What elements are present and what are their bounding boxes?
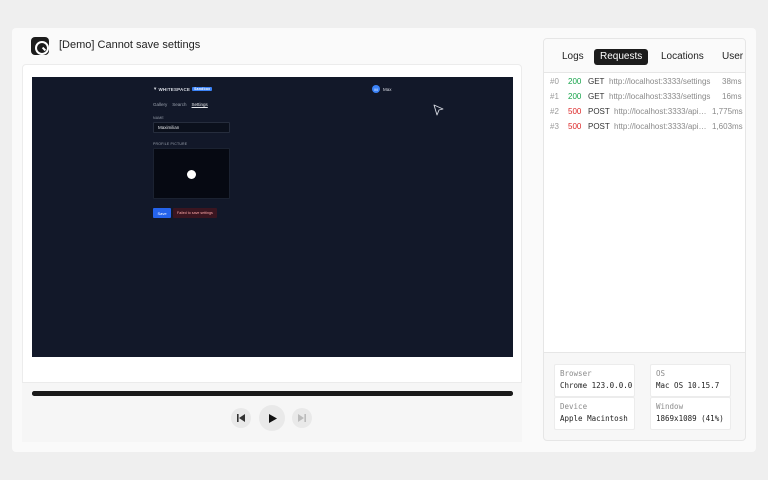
request-method: GET xyxy=(588,92,605,101)
recorded-brand: ▾ WHITESPACE Sandbox xyxy=(154,86,213,92)
browser-value: Chrome 123.0.0.0 xyxy=(560,381,633,390)
page-title: [Demo] Cannot save settings xyxy=(59,39,201,51)
device-value: Apple Macintosh xyxy=(560,414,628,423)
recorded-user-name: Max xyxy=(383,86,392,92)
os-value: Mac OS 10.15.7 xyxy=(656,381,720,390)
request-duration: 16ms xyxy=(722,92,742,101)
request-duration: 1,775ms xyxy=(712,107,743,116)
device-info: Device Apple Macintosh xyxy=(554,397,635,430)
request-url: http://localhost:3333/settings xyxy=(609,77,711,86)
request-method: POST xyxy=(588,107,610,116)
request-status: 200 xyxy=(568,92,582,101)
recorded-name-field: Maximilian xyxy=(153,122,230,133)
recorded-brand-badge: Sandbox xyxy=(192,87,213,91)
recorded-avatar: M xyxy=(372,85,380,93)
window-label: Window xyxy=(656,402,684,411)
skip-forward-icon xyxy=(298,414,306,422)
request-status: 500 xyxy=(568,107,582,116)
request-index: #1 xyxy=(550,92,559,101)
play-icon xyxy=(268,413,277,423)
request-duration: 1,603ms xyxy=(712,122,743,131)
recorded-save-button: Save xyxy=(153,208,171,218)
tab-locations[interactable]: Locations xyxy=(655,49,710,65)
recorded-brand-icon: ▾ xyxy=(154,86,157,91)
window-value: 1869x1089 (41%) xyxy=(656,414,724,423)
request-row[interactable]: #2 500 POST http://localhost:3333/api/se… xyxy=(544,104,745,119)
recorded-nav-gallery: Gallery xyxy=(153,102,168,107)
request-url: http://localhost:3333/api/settings xyxy=(614,122,708,131)
recorded-nav-search: Search xyxy=(172,102,187,107)
request-method: POST xyxy=(588,122,610,131)
request-row[interactable]: #0 200 GET http://localhost:3333/setting… xyxy=(544,74,745,89)
recorded-picture-dot xyxy=(187,170,196,179)
browser-info: Browser Chrome 123.0.0.0 xyxy=(554,364,635,397)
recorded-error-message: Failed to save settings xyxy=(173,208,217,218)
devtools-tabs: Logs Requests Locations User i xyxy=(544,39,745,73)
device-label: Device xyxy=(560,402,588,411)
request-row[interactable]: #3 500 POST http://localhost:3333/api/se… xyxy=(544,119,745,134)
recorded-picture-label: PROFILE PICTURE xyxy=(153,142,188,146)
recorded-picture xyxy=(153,148,230,199)
request-list: #0 200 GET http://localhost:3333/setting… xyxy=(544,73,745,353)
request-index: #2 xyxy=(550,107,559,116)
tab-logs[interactable]: Logs xyxy=(556,49,590,65)
skip-back-button[interactable] xyxy=(231,408,251,428)
request-url: http://localhost:3333/settings xyxy=(609,92,711,101)
play-button[interactable] xyxy=(259,405,285,431)
recorded-nav-settings: Settings xyxy=(191,102,208,107)
request-status: 200 xyxy=(568,77,582,86)
recorded-nav: Gallery Search Settings xyxy=(153,102,208,107)
app-logo-icon xyxy=(31,37,49,55)
request-duration: 38ms xyxy=(722,77,742,86)
skip-back-icon xyxy=(237,414,245,422)
tab-user-info[interactable]: User i xyxy=(716,49,745,65)
playback-progress-bar[interactable] xyxy=(32,391,513,396)
playback-progress-fill xyxy=(32,391,513,396)
request-index: #3 xyxy=(550,122,559,131)
recorded-name-label: NAME xyxy=(153,116,164,120)
request-index: #0 xyxy=(550,77,559,86)
request-method: GET xyxy=(588,77,605,86)
os-info: OS Mac OS 10.15.7 xyxy=(650,364,731,397)
window-info: Window 1869x1089 (41%) xyxy=(650,397,731,430)
request-url: http://localhost:3333/api/settings xyxy=(614,107,708,116)
recorded-user: M Max xyxy=(372,85,392,93)
request-row[interactable]: #1 200 GET http://localhost:3333/setting… xyxy=(544,89,745,104)
skip-forward-button[interactable] xyxy=(292,408,312,428)
tab-requests[interactable]: Requests xyxy=(594,49,649,65)
browser-label: Browser xyxy=(560,369,592,378)
os-label: OS xyxy=(656,369,666,378)
session-replay-video[interactable]: ▾ WHITESPACE Sandbox M Max Gallery Searc… xyxy=(32,77,513,357)
mouse-cursor-icon xyxy=(433,104,444,116)
request-status: 500 xyxy=(568,122,582,131)
recorded-brand-name: WHITESPACE xyxy=(158,86,191,92)
